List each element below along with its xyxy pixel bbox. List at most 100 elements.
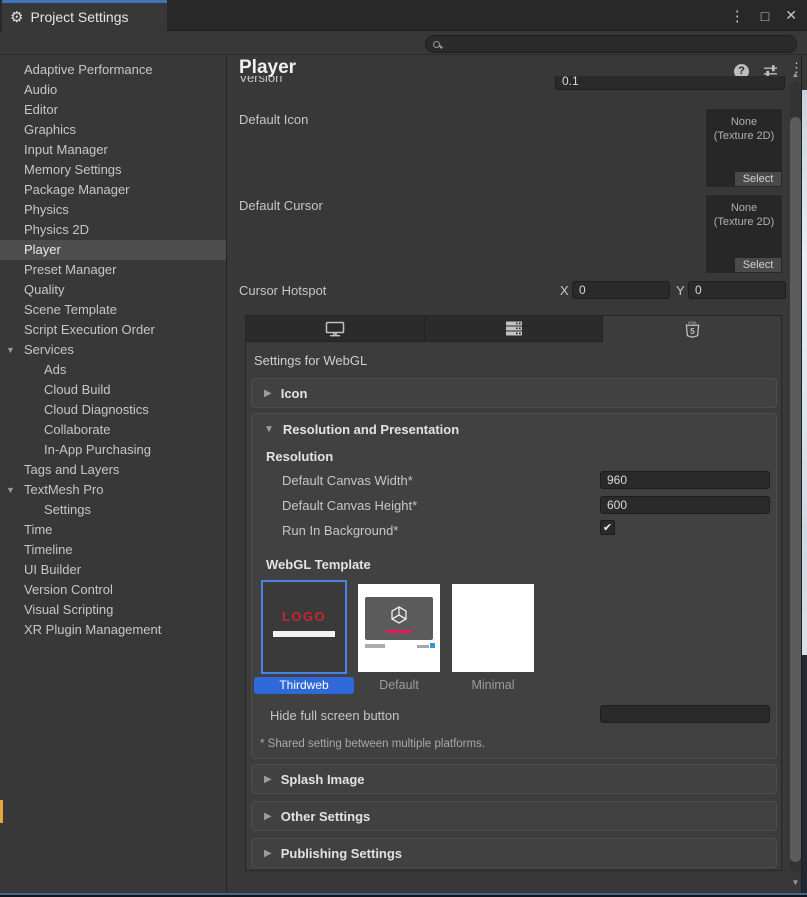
shared-setting-note: * Shared setting between multiple platfo… (260, 738, 485, 750)
resolution-heading: Resolution (266, 449, 333, 464)
hide-fullscreen-label: Hide full screen button (270, 708, 399, 723)
sidebar-item-scene-template[interactable]: Scene Template (0, 300, 226, 320)
sidebar-item-audio[interactable]: Audio (0, 80, 226, 100)
sidebar-item-xr-plugin-management[interactable]: XR Plugin Management (0, 620, 226, 640)
sidebar-item-ads[interactable]: Ads (0, 360, 226, 380)
foldout-label: Other Settings (281, 809, 371, 824)
unity-progress-bar (386, 630, 412, 633)
settings-for-webgl-title: Settings for WebGL (254, 353, 367, 368)
foldout-open-icon: ▼ (6, 340, 15, 360)
sidebar-item-package-manager[interactable]: Package Manager (0, 180, 226, 200)
powered-by-mark (417, 645, 429, 648)
sidebar-item-label: Services (24, 342, 74, 357)
tab-dedicated-server[interactable] (425, 316, 604, 342)
chevron-right-icon: ▶ (264, 774, 272, 785)
monitor-icon (325, 321, 345, 337)
sidebar-item-time[interactable]: Time (0, 520, 226, 540)
background-window-sliver-light (802, 90, 807, 655)
sidebar-item-timeline[interactable]: Timeline (0, 540, 226, 560)
maximize-icon[interactable]: □ (761, 8, 769, 24)
sidebar-item-adaptive-performance[interactable]: Adaptive Performance (0, 60, 226, 80)
template-label-default[interactable]: Default (358, 678, 440, 692)
sidebar-item-collaborate[interactable]: Collaborate (0, 420, 226, 440)
template-card-minimal[interactable] (452, 584, 534, 672)
svg-text:5: 5 (690, 327, 695, 336)
sidebar-item-player[interactable]: Player (0, 240, 226, 260)
resolution-presentation-box: ▼ Resolution and Presentation Resolution… (251, 413, 777, 759)
sidebar-item-script-execution-order[interactable]: Script Execution Order (0, 320, 226, 340)
thirdweb-loading-bar (273, 631, 335, 637)
foldout-label: Splash Image (281, 772, 365, 787)
object-picker-none: None (706, 201, 782, 215)
default-template-screen (365, 597, 433, 640)
canvas-width-field[interactable]: 960 (600, 471, 770, 489)
object-picker-type: (Texture 2D) (706, 129, 782, 143)
tab-project-settings[interactable]: ⚙ Project Settings (2, 0, 167, 31)
sidebar-item-services[interactable]: ▼ Services (0, 340, 226, 360)
template-label-minimal[interactable]: Minimal (452, 678, 534, 692)
template-card-thirdweb[interactable]: LOGO (261, 580, 347, 674)
chevron-down-icon: ▼ (264, 424, 274, 435)
sidebar-item-cloud-build[interactable]: Cloud Build (0, 380, 226, 400)
sidebar-item-in-app-purchasing[interactable]: In-App Purchasing (0, 440, 226, 460)
foldout-other-settings[interactable]: ▶ Other Settings (251, 801, 777, 831)
foldout-splash-image[interactable]: ▶ Splash Image (251, 764, 777, 794)
sidebar-item-physics[interactable]: Physics (0, 200, 226, 220)
sidebar-item-graphics[interactable]: Graphics (0, 120, 226, 140)
sidebar-item-textmesh-pro[interactable]: ▼TextMesh Pro (0, 480, 226, 500)
tab-webgl[interactable]: HTML 5 (603, 316, 781, 342)
run-in-background-label: Run In Background* (282, 523, 398, 538)
sidebar-item-memory-settings[interactable]: Memory Settings (0, 160, 226, 180)
default-cursor-object-picker[interactable]: None (Texture 2D) Select (705, 194, 783, 274)
chevron-right-icon: ▶ (264, 811, 272, 822)
left-edge-yellow-marker (0, 800, 3, 823)
sidebar-item-input-manager[interactable]: Input Manager (0, 140, 226, 160)
sidebar-item-quality[interactable]: Quality (0, 280, 226, 300)
sidebar-item-preset-manager[interactable]: Preset Manager (0, 260, 226, 280)
platform-tab-bar: HTML 5 (246, 316, 781, 342)
run-in-background-checkbox[interactable]: ✔ (600, 520, 615, 535)
gear-icon: ⚙ (10, 10, 23, 25)
foldout-icon[interactable]: ▶ Icon (251, 378, 777, 408)
version-field[interactable]: 0.1 (555, 76, 785, 90)
foldout-resolution-presentation[interactable]: ▼ Resolution and Presentation (264, 422, 459, 437)
default-icon-select-button[interactable]: Select (735, 172, 781, 186)
search-input[interactable] (425, 35, 797, 53)
foldout-label: Publishing Settings (281, 846, 402, 861)
close-icon[interactable]: ✕ (785, 7, 797, 24)
tab-standalone[interactable] (246, 316, 425, 342)
object-picker-none: None (706, 115, 782, 129)
sidebar-item-tags-and-layers[interactable]: Tags and Layers (0, 460, 226, 480)
foldout-label: Resolution and Presentation (283, 422, 459, 437)
scrollbar-thumb[interactable] (790, 117, 801, 862)
svg-text:HTML: HTML (688, 321, 697, 325)
sidebar-item-editor[interactable]: Editor (0, 100, 226, 120)
sidebar-item-visual-scripting[interactable]: Visual Scripting (0, 600, 226, 620)
unity-badge-mark (430, 643, 435, 648)
webgl-template-heading: WebGL Template (266, 557, 371, 572)
hide-fullscreen-field[interactable] (600, 705, 770, 723)
hotspot-y-field[interactable]: 0 (688, 281, 786, 299)
sidebar-item-tmp-settings[interactable]: Settings (0, 500, 226, 520)
webgl-logos-mark (365, 644, 385, 648)
template-card-default[interactable] (358, 584, 440, 672)
hotspot-y-label: Y (676, 283, 685, 298)
window-controls: ⋮ □ ✕ (730, 0, 797, 31)
player-settings-pane: Player ? ⋮ Version 0.1 Default Icon None… (227, 55, 807, 897)
canvas-height-field[interactable]: 600 (600, 496, 770, 514)
template-label-thirdweb[interactable]: Thirdweb (254, 677, 354, 694)
window-menu-icon[interactable]: ⋮ (730, 7, 745, 25)
foldout-publishing-settings[interactable]: ▶ Publishing Settings (251, 838, 777, 868)
canvas-width-label: Default Canvas Width* (282, 473, 413, 488)
hotspot-x-field[interactable]: 0 (572, 281, 670, 299)
default-cursor-select-button[interactable]: Select (735, 258, 781, 272)
canvas-height-label: Default Canvas Height* (282, 498, 417, 513)
sidebar-item-version-control[interactable]: Version Control (0, 580, 226, 600)
sidebar-item-cloud-diagnostics[interactable]: Cloud Diagnostics (0, 400, 226, 420)
foldout-label: Icon (281, 386, 308, 401)
default-icon-object-picker[interactable]: None (Texture 2D) Select (705, 108, 783, 188)
sidebar-item-physics-2d[interactable]: Physics 2D (0, 220, 226, 240)
title-bar: ⚙ Project Settings ⋮ □ ✕ (0, 0, 807, 31)
sidebar-item-ui-builder[interactable]: UI Builder (0, 560, 226, 580)
check-icon: ✔ (603, 522, 612, 534)
